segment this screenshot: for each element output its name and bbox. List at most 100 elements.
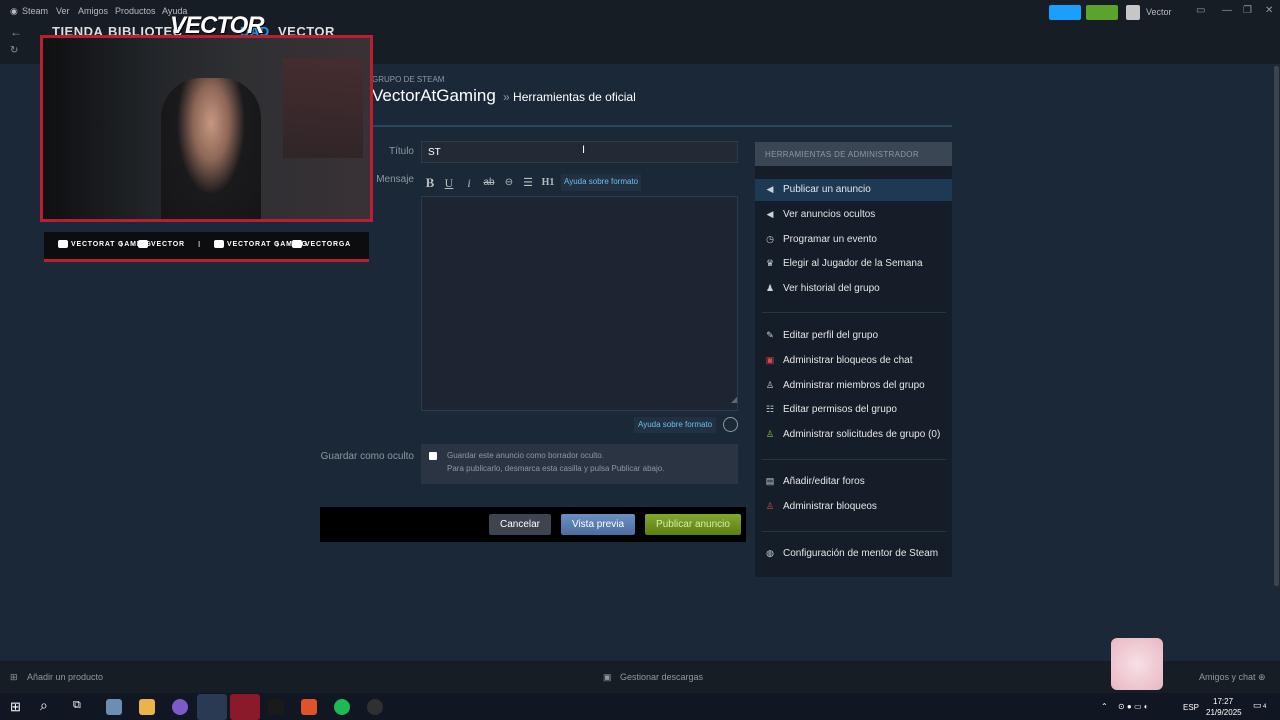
admin-item-label: Editar perfil del grupo [783, 330, 879, 341]
format-help-link[interactable]: Ayuda sobre formato [634, 417, 717, 433]
admin-item-solicitudes[interactable]: ♙ Administrar solicitudes de grupo (0) [755, 424, 952, 446]
link-icon[interactable]: ⊖ [500, 175, 518, 191]
steam-taskbar-icon[interactable] [197, 694, 227, 720]
app-icon-2[interactable] [268, 699, 284, 715]
megaphone-icon: ◀ [766, 209, 774, 219]
admin-item-chat-bloqueos[interactable]: ▣ Administrar bloqueos de chat [755, 350, 952, 372]
downloads-icon[interactable]: ▣ [603, 672, 612, 683]
add-product-button[interactable]: Añadir un producto [27, 672, 103, 682]
format-help-button[interactable]: Ayuda sobre formato [561, 174, 642, 191]
task-view-icon[interactable]: ⧉ [73, 699, 81, 712]
stream-logo: VECTOR [170, 12, 265, 39]
admin-item-miembros[interactable]: ♙ Administrar miembros del grupo [755, 375, 952, 397]
clock-time[interactable]: 17:27 [1213, 697, 1233, 706]
menu-steam[interactable]: Steam [22, 6, 48, 16]
discord-icon[interactable] [172, 699, 188, 715]
tray-chevron-icon[interactable]: ⌃ [1101, 702, 1108, 711]
bold-button[interactable]: B [421, 175, 439, 191]
app-icon[interactable] [106, 699, 122, 715]
notification-count: 4 [1263, 704, 1267, 710]
admin-item-perfil[interactable]: ✎ Editar perfil del grupo [755, 325, 952, 347]
clock-date[interactable]: 21/9/2025 [1206, 708, 1242, 717]
menu-amigos[interactable]: Amigos [78, 6, 108, 16]
underline-button[interactable]: U [440, 175, 458, 191]
heading-button[interactable]: H1 [539, 175, 557, 191]
spotify-icon[interactable] [334, 699, 350, 715]
webcam-overlay [40, 35, 373, 222]
draft-checkbox[interactable] [429, 452, 437, 460]
page-title: Herramientas de oficial [513, 90, 636, 104]
admin-item-permisos[interactable]: ☷ Editar permisos del grupo [755, 399, 952, 421]
admin-item-mentor[interactable]: ◍ Configuración de mentor de Steam [755, 543, 952, 565]
admin-item-label: Editar permisos del grupo [783, 404, 897, 415]
maximize-icon[interactable]: ❐ [1243, 5, 1252, 16]
menu-productos[interactable]: Productos [115, 6, 156, 16]
history-icon: ♟ [765, 283, 775, 293]
windows-taskbar [0, 693, 1280, 720]
folder-icon[interactable] [139, 699, 155, 715]
admin-item-publicar[interactable]: ◀ Publicar un anuncio [755, 179, 952, 201]
admin-item-ocultos[interactable]: ◀ Ver anuncios ocultos [755, 204, 952, 226]
breadcrumb-separator: » [503, 90, 510, 104]
admin-item-jugador[interactable]: ♛ Elegir al Jugador de la Semana [755, 253, 952, 275]
message-textarea[interactable] [421, 196, 738, 411]
admin-item-label: Ver anuncios ocultos [783, 209, 876, 220]
draft-text-line1: Guardar este anuncio como borrador ocult… [447, 451, 604, 460]
italic-button[interactable]: i [460, 175, 478, 191]
draft-label: Guardar como oculto [320, 451, 414, 462]
forum-icon: ▤ [765, 476, 775, 486]
obs-taskbar-icon[interactable] [230, 694, 260, 720]
add-icon[interactable]: ⊞ [10, 672, 18, 683]
mentor-icon: ◍ [766, 548, 774, 558]
group-name[interactable]: VectorAtGaming [372, 86, 496, 106]
refresh-icon[interactable]: ↻ [10, 45, 18, 56]
admin-item-label: Administrar bloqueos de chat [783, 355, 913, 366]
obs-icon[interactable] [367, 699, 383, 715]
youtube-icon [58, 240, 68, 248]
downloads-button[interactable]: Gestionar descargas [620, 672, 703, 682]
strikethrough-button[interactable]: ab [480, 175, 498, 191]
big-picture-icon[interactable]: ▭ [1196, 5, 1205, 16]
language-indicator[interactable]: ESP [1183, 703, 1199, 712]
brave-icon[interactable] [301, 699, 317, 715]
windows-start-icon[interactable]: ⊞ [10, 699, 21, 715]
preview-button[interactable]: Vista previa [561, 514, 635, 535]
admin-item-label: Añadir/editar foros [783, 476, 865, 487]
list-icon[interactable]: ☰ [519, 175, 537, 191]
publish-button[interactable]: Publicar anuncio [645, 514, 741, 535]
menu-ver[interactable]: Ver [56, 6, 70, 16]
tray-icons[interactable]: ⊙ ● ▭ ◐ [1118, 702, 1149, 711]
divider [372, 125, 952, 127]
close-icon[interactable]: ✕ [1265, 5, 1273, 16]
back-icon[interactable]: ← [10, 25, 22, 39]
admin-item-historial[interactable]: ♟ Ver historial del grupo [755, 278, 952, 300]
admin-item-evento[interactable]: ◷ Programar un evento [755, 229, 952, 251]
breadcrumb: » Herramientas de oficial [503, 90, 636, 104]
scrollbar-thumb[interactable] [1274, 66, 1279, 586]
title-label: Título [388, 146, 414, 157]
announce-button[interactable] [1049, 5, 1081, 20]
avatar[interactable] [1126, 5, 1140, 20]
admin-separator [762, 531, 946, 532]
search-icon[interactable]: ⌕ [40, 697, 48, 714]
admin-item-label: Configuración de mentor de Steam [783, 548, 939, 559]
friends-icon[interactable]: ⊕ [1258, 672, 1266, 683]
social-divider: I [198, 240, 201, 249]
chat-block-icon: ▣ [765, 355, 775, 365]
resize-handle-icon[interactable]: ◢ [731, 395, 737, 404]
steam-logo-icon[interactable]: ◉ [10, 6, 18, 17]
emoticon-icon[interactable] [723, 417, 738, 432]
notification-icon[interactable]: ▭ [1253, 700, 1262, 711]
minimize-icon[interactable]: — [1222, 5, 1232, 16]
block-icon: ♙ [765, 501, 775, 511]
admin-item-foros[interactable]: ▤ Añadir/editar foros [755, 471, 952, 493]
title-input[interactable] [421, 141, 738, 163]
user-menu[interactable]: Vector [1146, 7, 1172, 17]
social-instagram: VECTORGA [292, 240, 351, 248]
group-label: GRUPO DE STEAM [372, 75, 445, 84]
notifications-button[interactable] [1086, 5, 1118, 20]
admin-item-bloqueos[interactable]: ♙ Administrar bloqueos [755, 496, 952, 518]
admin-item-label: Administrar bloqueos [783, 501, 877, 512]
friends-chat-button[interactable]: Amigos y chat [1199, 672, 1256, 682]
cancel-button[interactable]: Cancelar [489, 514, 551, 535]
